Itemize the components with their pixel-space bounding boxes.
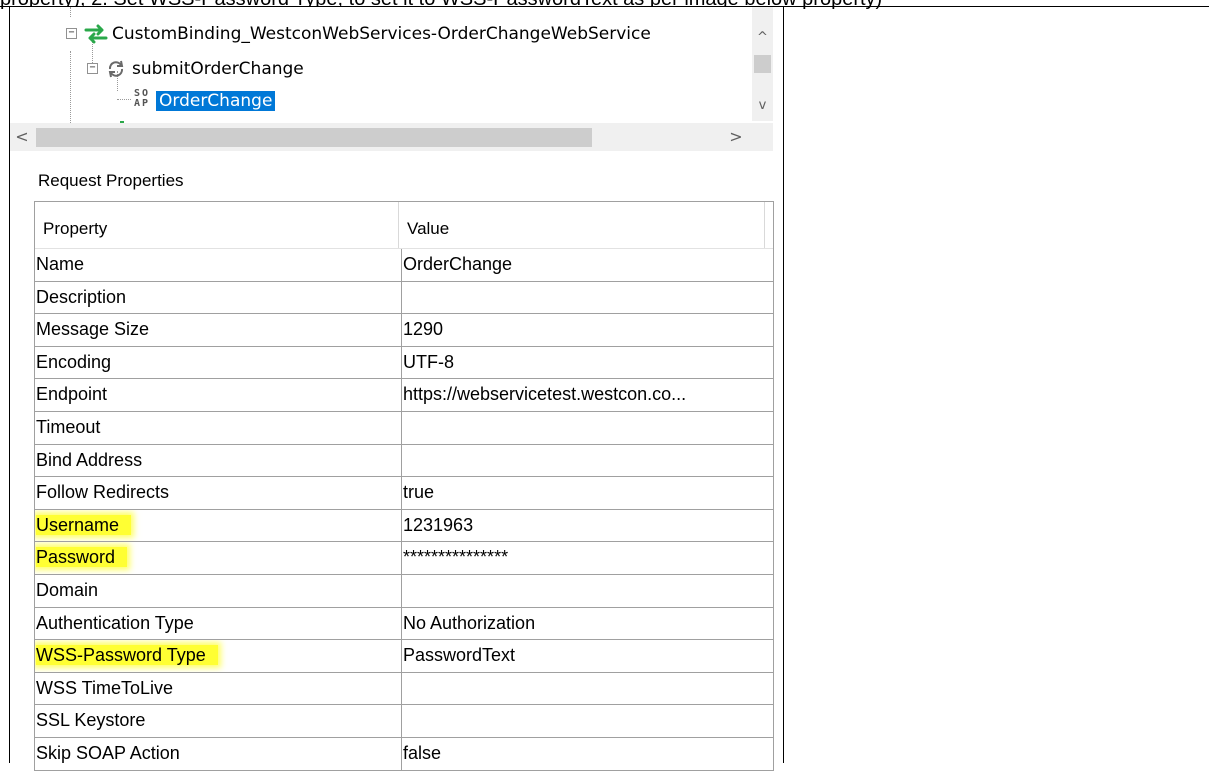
scrollbar-corner: [752, 123, 773, 151]
property-name-cell: Username: [35, 509, 402, 542]
soap-request-icon: SO AP: [134, 89, 150, 109]
column-header-property[interactable]: Property: [35, 202, 399, 248]
request-properties-title: Request Properties: [38, 171, 184, 190]
tree-item-request[interactable]: OrderChange: [156, 91, 276, 111]
tree-connector: [117, 99, 131, 100]
property-name: Description: [36, 286, 127, 307]
table-row[interactable]: Name OrderChange: [35, 249, 773, 282]
property-name: Bind Address: [36, 449, 143, 470]
property-name-cell: Bind Address: [35, 444, 402, 477]
scroll-left-icon[interactable]: <: [14, 129, 30, 145]
property-value-cell[interactable]: [402, 705, 771, 737]
table-row[interactable]: Follow Redirects true: [35, 477, 773, 510]
property-name-cell: Skip SOAP Action: [35, 737, 402, 770]
property-value-cell[interactable]: 1290: [402, 314, 771, 346]
property-name-cell: Description: [35, 281, 402, 314]
collapse-toggle[interactable]: −: [87, 63, 98, 74]
vertical-scroll-thumb[interactable]: [754, 55, 771, 73]
table-row[interactable]: Description: [35, 281, 773, 315]
property-name-cell: Follow Redirects: [35, 477, 402, 509]
property-value-cell[interactable]: PasswordText: [402, 640, 771, 672]
property-name: WSS TimeToLive: [36, 677, 174, 698]
tree-vertical-scrollbar[interactable]: ^ v: [752, 7, 773, 121]
service-tree[interactable]: − CustomBinding_WestconWebServices-Order…: [10, 7, 783, 123]
property-name-cell: WSS-Password Type: [35, 640, 402, 672]
property-value-cell[interactable]: ***************: [402, 542, 771, 574]
property-name: Endpoint: [36, 384, 108, 405]
property-name: Authentication Type: [36, 612, 194, 633]
table-row[interactable]: Endpoint https://webservicetest.westcon.c…: [35, 379, 773, 412]
scroll-up-icon[interactable]: ^: [756, 31, 769, 45]
table-row[interactable]: Username 1231963: [35, 509, 773, 543]
collapse-toggle[interactable]: −: [66, 28, 77, 39]
property-name-cell: SSL Keystore: [35, 705, 402, 737]
table-row[interactable]: Domain: [35, 574, 773, 608]
property-value-cell[interactable]: [402, 575, 771, 607]
property-name: Username: [36, 514, 132, 535]
property-name: Follow Redirects: [36, 482, 170, 503]
property-name-cell: Domain: [35, 574, 402, 607]
property-value-cell[interactable]: [402, 445, 771, 477]
property-name: Skip SOAP Action: [36, 742, 180, 763]
column-header-value[interactable]: Value: [399, 202, 765, 248]
property-value-cell[interactable]: UTF-8: [402, 347, 771, 379]
frame-right-border: [783, 6, 784, 763]
table-row[interactable]: WSS-Password Type PasswordText: [35, 640, 773, 673]
property-value-cell[interactable]: No Authorization: [402, 608, 771, 640]
property-name: Encoding: [36, 351, 112, 372]
tree-horizontal-scrollbar[interactable]: < >: [10, 123, 770, 151]
table-row[interactable]: SSL Keystore: [35, 705, 773, 738]
property-name-cell: Password: [35, 542, 402, 574]
scroll-down-icon[interactable]: v: [756, 99, 769, 113]
table-row[interactable]: Authentication Type No Authorization: [35, 607, 773, 641]
property-name-cell: Timeout: [35, 411, 402, 444]
horizontal-scroll-thumb[interactable]: [36, 128, 592, 147]
property-name: Name: [36, 254, 85, 274]
selected-request-label: OrderChange: [156, 91, 276, 111]
table-row[interactable]: Skip SOAP Action false: [35, 737, 773, 771]
property-value-cell[interactable]: true: [402, 477, 771, 509]
table-row[interactable]: WSS TimeToLive: [35, 672, 773, 706]
table-row[interactable]: Password ***************: [35, 542, 773, 575]
soap-icon-bottom: AP: [134, 98, 151, 109]
property-name-cell: Message Size: [35, 314, 402, 346]
table-row[interactable]: Message Size 1290: [35, 314, 773, 347]
property-name-cell: Authentication Type: [35, 607, 402, 640]
table-header: Property Value: [35, 202, 773, 249]
property-name-cell: Encoding: [35, 346, 402, 379]
tree-connector: [70, 7, 71, 17]
property-name: Timeout: [36, 416, 101, 437]
scroll-right-icon[interactable]: >: [728, 129, 744, 145]
property-name: Password: [36, 547, 128, 568]
property-name: Domain: [36, 579, 99, 600]
property-name: WSS-Password Type: [36, 645, 218, 666]
tree-item-operation[interactable]: submitOrderChange: [132, 59, 304, 79]
request-properties-table: Property Value Name OrderChange Descriptio…: [34, 201, 774, 771]
property-name: Message Size: [36, 319, 150, 340]
table-row[interactable]: Encoding UTF-8: [35, 346, 773, 380]
property-value-cell[interactable]: [402, 282, 771, 314]
property-name-cell: Name: [35, 249, 402, 281]
table-row[interactable]: Timeout: [35, 411, 773, 445]
property-value-cell[interactable]: https://webservicetest.westcon.co...: [402, 379, 771, 411]
table-row[interactable]: Bind Address: [35, 444, 773, 478]
table-body: Name OrderChange Description Message Size 12…: [35, 249, 773, 771]
binding-arrows-icon: [84, 24, 108, 44]
property-name-cell: WSS TimeToLive: [35, 672, 402, 705]
operation-refresh-icon: [108, 60, 124, 78]
tree-connector: [70, 51, 71, 123]
property-value-cell[interactable]: [402, 412, 771, 444]
property-value-cell[interactable]: false: [402, 738, 771, 770]
property-name: SSL Keystore: [36, 710, 146, 731]
property-value-cell[interactable]: OrderChange: [402, 249, 771, 281]
property-name-cell: Endpoint: [35, 379, 402, 411]
property-value-cell[interactable]: 1231963: [402, 510, 771, 542]
tree-item-binding[interactable]: CustomBinding_WestconWebServices-OrderCh…: [112, 24, 651, 44]
property-value-cell[interactable]: [402, 673, 771, 705]
